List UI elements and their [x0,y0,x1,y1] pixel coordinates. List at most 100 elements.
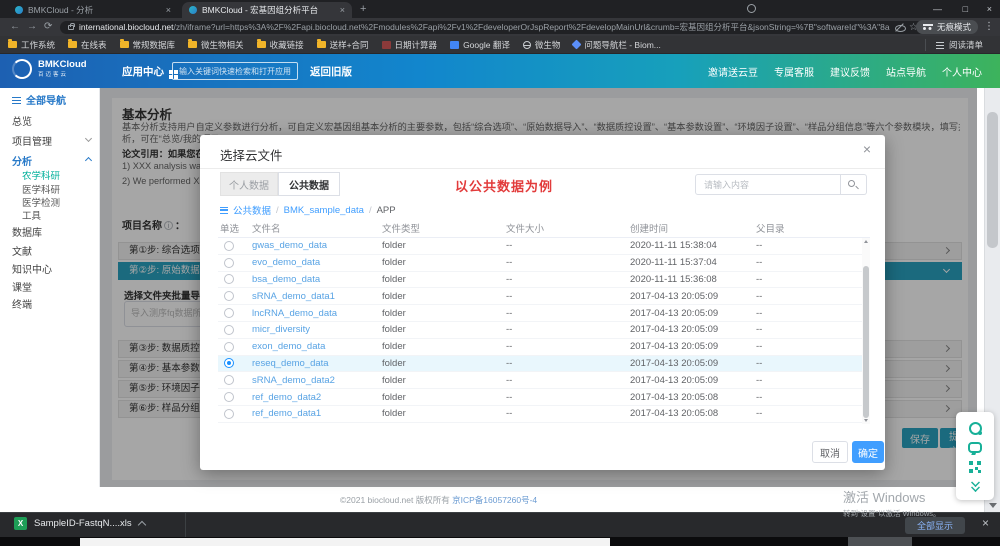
customer-service-icon[interactable] [969,422,982,435]
scroll-down-arrow[interactable] [989,503,997,508]
header-nav-link[interactable]: 邀请送云豆 [708,64,758,79]
sidebar-nav-all[interactable]: 全部导航 [12,92,66,107]
tab-personal-data[interactable]: 个人数据 [220,172,278,196]
sidebar-item-analysis[interactable]: 分析 [12,153,32,168]
sidebar-item-agriculture[interactable]: 农学科研 [22,168,60,182]
radio-button[interactable] [224,392,234,402]
bookmark-item[interactable]: 微生物相关 [188,39,244,51]
sidebar-item-database[interactable]: 数据库 [12,224,42,239]
bookmark-item[interactable]: 日期计算器 [382,39,438,51]
confirm-button[interactable]: 确定 [852,441,884,463]
tab-public-data[interactable]: 公共数据 [278,172,340,196]
table-row[interactable]: reseq_demo_data folder -- 2017-04-13 20:… [218,356,870,373]
table-row[interactable]: bsa_demo_data folder -- 2020-11-11 15:36… [218,272,870,289]
table-row[interactable]: exon_demo_data folder -- 2017-04-13 20:0… [218,339,870,356]
table-row[interactable]: ref_demo_data2 folder -- 2017-04-13 20:0… [218,389,870,406]
radio-button[interactable] [224,291,234,301]
bookmark-item[interactable]: 送样+合同 [317,39,369,51]
browser-menu-icon[interactable]: ⋮ [984,21,994,32]
bookmark-item[interactable]: 在线表 [68,39,107,51]
sidebar-item-classroom[interactable]: 课堂 [12,279,32,294]
taskbar-app-block[interactable] [848,537,912,546]
sidebar-item-literature[interactable]: 文献 [12,243,32,258]
cancel-button[interactable]: 取消 [812,441,848,463]
scroll-up-arrow[interactable] [864,240,868,243]
file-name-link[interactable]: ref_demo_data1 [252,408,382,419]
dialog-search-button[interactable] [841,174,867,195]
header-nav-link[interactable]: 个人中心 [942,64,982,79]
sidebar-item-medical-research[interactable]: 医学科研 [22,182,60,196]
back-icon[interactable]: ← [10,21,20,32]
sidebar-item-medical-testing[interactable]: 医学检测 [22,195,60,209]
file-name-link[interactable]: bsa_demo_data [252,274,382,285]
header-nav-link[interactable]: 建议反馈 [830,64,870,79]
shelf-close-icon[interactable]: × [982,516,989,530]
file-name-link[interactable]: gwas_demo_data [252,240,382,251]
reload-icon[interactable]: ⟳ [44,21,52,32]
chevron-up-icon[interactable] [137,521,145,529]
header-nav-link[interactable]: 站点导航 [886,64,926,79]
double-chevron-down-icon[interactable] [970,480,980,490]
bookmark-item[interactable]: Google 翻译 [450,39,510,51]
bookmark-item[interactable]: 工作系统 [8,39,55,51]
app-center-button[interactable]: 应用中心 [122,64,178,79]
sidebar-item-terminal[interactable]: 终端 [12,296,32,311]
bookmark-item[interactable]: 微生物 [523,39,561,51]
table-row[interactable]: gwas_demo_data folder -- 2020-11-11 15:3… [218,238,870,255]
file-name-link[interactable]: reseq_demo_data [252,358,382,369]
table-row[interactable]: micr_diversity folder -- 2017-04-13 20:0… [218,322,870,339]
radio-button[interactable] [224,241,234,251]
file-name-link[interactable]: micr_diversity [252,324,382,335]
bookmark-item[interactable]: 收藏链接 [257,39,304,51]
breadcrumb-root-link[interactable]: 公共数据 [233,203,271,217]
scrollbar-thumb[interactable] [863,266,869,418]
eye-off-icon[interactable] [895,23,904,32]
radio-button[interactable] [224,258,234,268]
window-minimize-button[interactable]: — [933,4,942,14]
table-row[interactable]: lncRNA_demo_data folder -- 2017-04-13 20… [218,305,870,322]
radio-button[interactable] [224,358,234,368]
radio-button[interactable] [224,325,234,335]
table-row[interactable]: evo_demo_data folder -- 2020-11-11 15:37… [218,255,870,272]
breadcrumb-folder-link[interactable]: BMK_sample_data [284,205,364,216]
file-name-link[interactable]: sRNA_demo_data1 [252,291,382,302]
file-name-link[interactable]: sRNA_demo_data2 [252,375,382,386]
table-row[interactable]: sRNA_demo_data1 folder -- 2017-04-13 20:… [218,288,870,305]
table-row[interactable]: ref_demo_data1 folder -- 2017-04-13 20:0… [218,406,870,423]
window-close-button[interactable]: × [987,4,992,14]
forward-icon[interactable]: → [27,21,37,32]
browser-tab[interactable]: BMKCloud - 分析 × [8,2,178,18]
chat-icon[interactable] [968,442,982,453]
bmkcloud-logo[interactable]: BMKCloud 百迈客云 [12,59,87,79]
file-name-link[interactable]: ref_demo_data2 [252,392,382,403]
table-row[interactable]: sRNA_demo_data2 folder -- 2017-04-13 20:… [218,372,870,389]
scrollbar-thumb[interactable] [987,112,998,248]
tab-search-icon[interactable] [747,4,756,13]
file-name-link[interactable]: exon_demo_data [252,341,382,352]
radio-button[interactable] [224,375,234,385]
window-maximize-button[interactable]: □ [963,4,968,14]
taskbar-search-box[interactable] [80,538,610,546]
tab-close-icon[interactable]: × [166,5,171,15]
sidebar-item-overview[interactable]: 总览 [12,113,32,128]
back-to-old-link[interactable]: 返回旧版 [310,64,352,79]
new-tab-button[interactable]: + [360,3,366,15]
radio-button[interactable] [224,308,234,318]
dialog-close-icon[interactable]: × [863,141,871,157]
header-search-input[interactable] [172,62,298,80]
show-all-downloads-button[interactable]: 全部显示 [905,517,965,534]
radio-button[interactable] [224,274,234,284]
radio-button[interactable] [224,342,234,352]
bookmark-item[interactable]: 常规数据库 [120,39,176,51]
bookmark-item[interactable]: 问题导航栏 - Biom... [573,39,661,51]
radio-button[interactable] [224,409,234,419]
browser-tab-active[interactable]: BMKCloud - 宏基因组分析平台 × [182,2,352,18]
reading-list[interactable]: 阅读清单 [925,36,983,54]
icp-link[interactable]: 京ICP备16057260号-4 [452,495,537,505]
file-name-link[interactable]: evo_demo_data [252,257,382,268]
sidebar-item-project-management[interactable]: 项目管理 [12,133,52,148]
dialog-search-input[interactable] [695,174,841,195]
url-bar[interactable]: international.biocloud.net/zh/iframe?url… [60,21,926,34]
qr-code-icon[interactable] [969,461,981,473]
sidebar-item-tools[interactable]: 工具 [22,208,41,222]
